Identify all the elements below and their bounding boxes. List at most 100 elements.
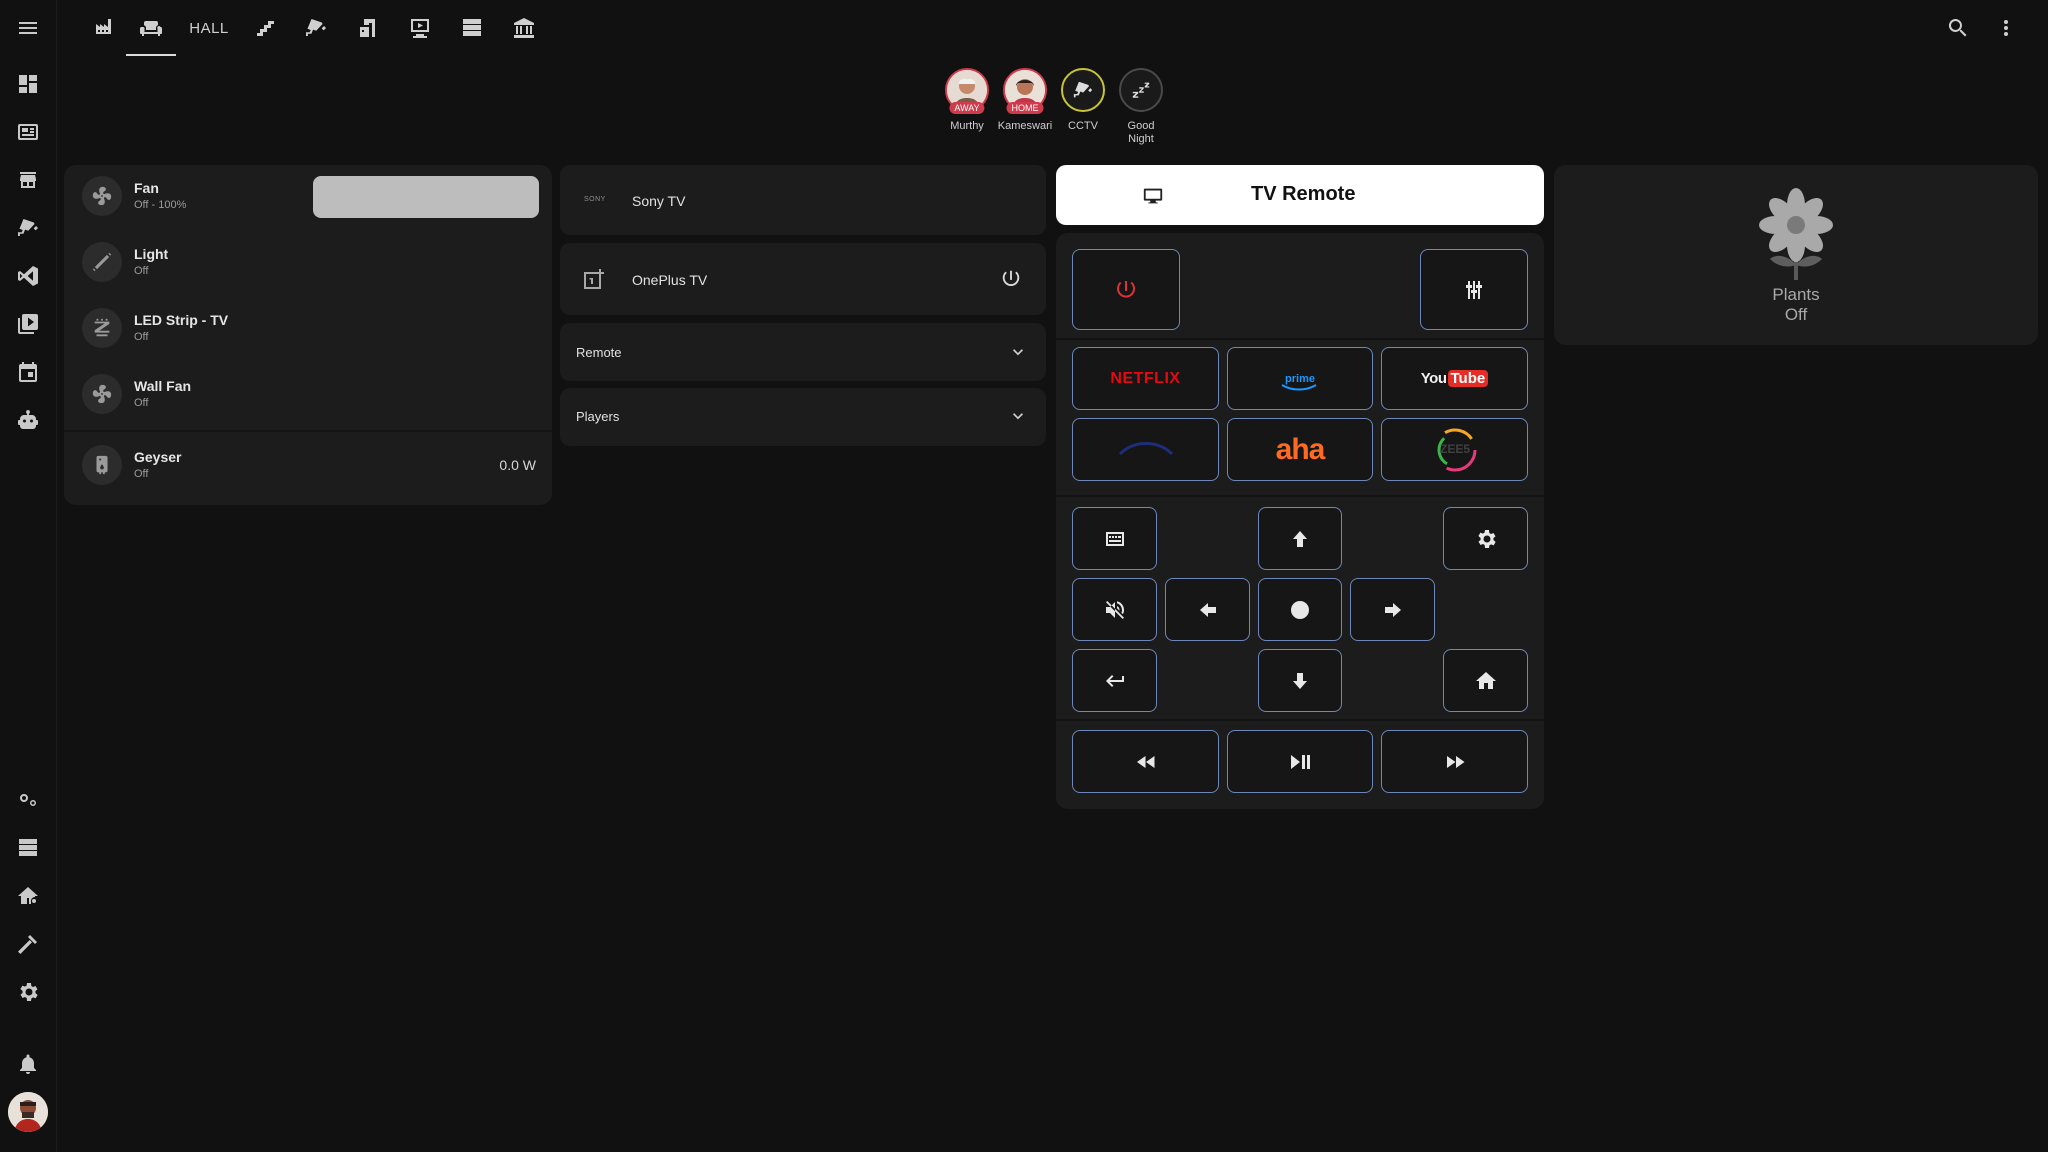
players-expander-label: Players bbox=[576, 409, 620, 424]
tab-sofa[interactable] bbox=[126, 0, 176, 56]
arrow-up-icon bbox=[1288, 527, 1312, 551]
home-button[interactable] bbox=[1443, 649, 1528, 712]
plants-name: Plants bbox=[1772, 285, 1820, 304]
youtube-logo: You Tube bbox=[1421, 370, 1489, 387]
sleep-icon bbox=[1119, 68, 1163, 112]
sony-logo: SONY bbox=[584, 196, 606, 203]
water-heater-icon[interactable] bbox=[82, 445, 122, 485]
prime-video-button[interactable]: prime bbox=[1227, 347, 1373, 410]
hammer-icon[interactable] bbox=[14, 930, 42, 958]
user-avatar[interactable] bbox=[8, 1092, 48, 1132]
tab-monitor[interactable] bbox=[394, 0, 446, 56]
remote-expander-label: Remote bbox=[576, 345, 622, 360]
status-badge: HOME bbox=[1006, 102, 1044, 114]
badge-cctv[interactable]: CCTV bbox=[1058, 68, 1108, 146]
remote-expander[interactable]: Remote bbox=[560, 323, 1046, 381]
back-button[interactable] bbox=[1072, 649, 1157, 712]
badge-kameswari[interactable]: HOME Kameswari bbox=[997, 68, 1053, 146]
home-cog-icon[interactable] bbox=[14, 882, 42, 910]
cog-multiple-icon[interactable] bbox=[14, 786, 42, 814]
cctv-icon bbox=[304, 16, 328, 40]
fan-icon[interactable] bbox=[82, 374, 122, 414]
hotstar-button[interactable] bbox=[1072, 418, 1219, 481]
mute-button[interactable] bbox=[1072, 578, 1157, 641]
person-avatar: HOME bbox=[1003, 68, 1047, 114]
fast-forward-button[interactable] bbox=[1381, 730, 1528, 793]
rewind-button[interactable] bbox=[1072, 730, 1219, 793]
players-expander[interactable]: Players bbox=[560, 388, 1046, 446]
industry-icon bbox=[92, 16, 116, 40]
hacs-icon[interactable] bbox=[14, 166, 42, 194]
keyboard-button[interactable] bbox=[1072, 507, 1157, 570]
vscode-icon[interactable] bbox=[14, 262, 42, 290]
netflix-button[interactable]: NETFLIX bbox=[1072, 347, 1219, 410]
bell-icon[interactable] bbox=[14, 1050, 42, 1078]
search-icon[interactable] bbox=[1946, 16, 1970, 40]
entity-row-light[interactable]: Light Off bbox=[74, 237, 542, 287]
dpad-left-button[interactable] bbox=[1165, 578, 1250, 641]
badge-good-night[interactable]: Good Night bbox=[1116, 68, 1166, 146]
cctv-icon bbox=[1061, 68, 1105, 112]
rewind-icon bbox=[1134, 750, 1158, 774]
prime-smile-icon bbox=[1281, 384, 1317, 391]
equalizer-button[interactable] bbox=[1420, 249, 1528, 330]
cctv-icon[interactable] bbox=[14, 214, 42, 242]
fan-speed-slider[interactable] bbox=[313, 176, 539, 218]
sony-tv-card[interactable]: SONY Sony TV bbox=[560, 165, 1046, 235]
oneplus-logo-icon bbox=[582, 267, 606, 291]
oneplus-tv-card[interactable]: OnePlus TV bbox=[560, 243, 1046, 315]
more-vertical-icon[interactable] bbox=[1994, 16, 2018, 40]
tab-cctv[interactable] bbox=[290, 0, 342, 56]
media-icon[interactable] bbox=[14, 310, 42, 338]
divider bbox=[1056, 495, 1544, 497]
dpad-up-button[interactable] bbox=[1258, 507, 1342, 570]
divider bbox=[1056, 719, 1544, 721]
calendar-icon[interactable] bbox=[14, 358, 42, 386]
settings-icon[interactable] bbox=[14, 978, 42, 1006]
play-pause-button[interactable] bbox=[1227, 730, 1373, 793]
stairs-icon bbox=[253, 16, 277, 40]
play-pause-icon bbox=[1288, 750, 1312, 774]
entity-row-wall-fan[interactable]: Wall Fan Off bbox=[74, 369, 542, 419]
fan-icon[interactable] bbox=[82, 176, 122, 216]
badge-label: Kameswari bbox=[997, 120, 1053, 132]
entity-row-geyser[interactable]: Geyser Off 0.0 W bbox=[74, 440, 542, 490]
dpad-down-button[interactable] bbox=[1258, 649, 1342, 712]
server-icon[interactable] bbox=[14, 834, 42, 862]
badge-murthy[interactable]: AWAY Murthy bbox=[942, 68, 992, 146]
zee5-button[interactable]: ZEE5 bbox=[1381, 418, 1528, 481]
power-icon[interactable] bbox=[1000, 268, 1022, 290]
oneplus-tv-name: OnePlus TV bbox=[632, 272, 708, 288]
tab-hall[interactable]: HALL bbox=[178, 0, 240, 56]
dashboard-icon[interactable] bbox=[14, 70, 42, 98]
tab-door[interactable] bbox=[342, 0, 394, 56]
entity-row-led-strip[interactable]: LED Strip - TV Off bbox=[74, 303, 542, 353]
entity-name: LED Strip - TV bbox=[134, 312, 229, 328]
chevron-down-icon[interactable] bbox=[1008, 406, 1028, 426]
youtube-button[interactable]: You Tube bbox=[1381, 347, 1528, 410]
monitor-icon bbox=[408, 16, 432, 40]
chevron-down-icon[interactable] bbox=[1008, 342, 1028, 362]
led-strip-icon[interactable] bbox=[82, 308, 122, 348]
entity-name: Geyser bbox=[134, 449, 182, 465]
settings-button[interactable] bbox=[1443, 507, 1528, 570]
entity-name: Fan bbox=[134, 180, 159, 196]
tube-light-icon[interactable] bbox=[82, 242, 122, 282]
robot-icon[interactable] bbox=[14, 406, 42, 434]
badges-row: AWAY Murthy HOME Kameswari CCTV Good Nig… bbox=[942, 68, 1166, 146]
entity-state: Off bbox=[134, 331, 149, 343]
menu-icon[interactable] bbox=[14, 14, 42, 42]
power-button[interactable] bbox=[1072, 249, 1180, 330]
tab-server[interactable] bbox=[446, 0, 498, 56]
tab-stairs[interactable] bbox=[240, 0, 290, 56]
aha-button[interactable]: aha bbox=[1227, 418, 1373, 481]
dpad-right-button[interactable] bbox=[1350, 578, 1435, 641]
tab-industry[interactable] bbox=[80, 0, 128, 56]
zee5-text: ZEE5 bbox=[1440, 442, 1471, 456]
tab-bank[interactable] bbox=[498, 0, 550, 56]
newspaper-icon[interactable] bbox=[14, 118, 42, 146]
plants-card[interactable]: Plants Off bbox=[1554, 165, 2038, 345]
entity-state: Off bbox=[134, 468, 149, 480]
entity-name: Light bbox=[134, 246, 169, 262]
dpad-center-button[interactable] bbox=[1258, 578, 1342, 641]
